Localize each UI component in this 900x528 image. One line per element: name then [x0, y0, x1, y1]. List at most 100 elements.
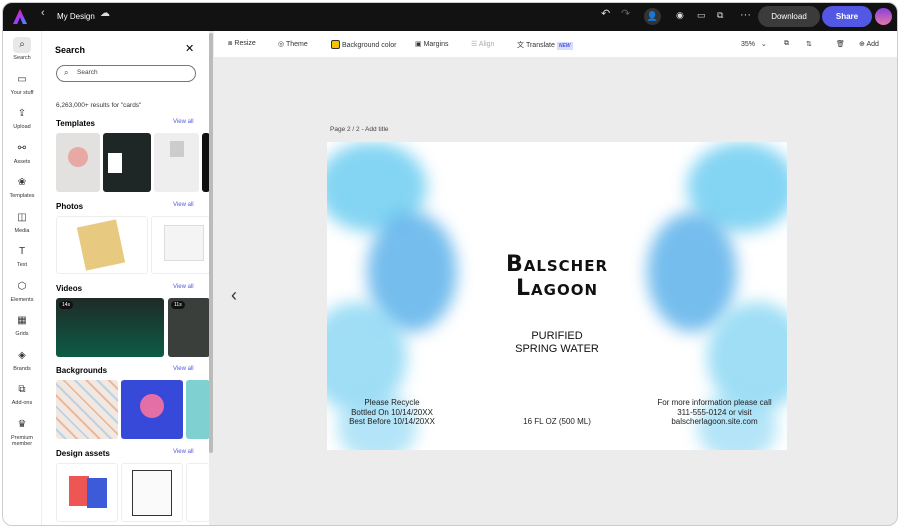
template-thumb[interactable] [56, 133, 100, 192]
present-icon[interactable]: ⧉ [717, 10, 723, 21]
section-design-assets: Design assets [56, 449, 110, 458]
asset-thumb[interactable] [121, 463, 183, 522]
close-icon[interactable]: ✕ [185, 42, 194, 55]
left-rail: ⌕ Search ▭ Your stuff ⇪ Upload ⚯ Assets ❀ Templat… [3, 31, 41, 525]
background-thumb[interactable] [121, 380, 183, 439]
rail-item-premium-member[interactable]: ♛ Premium member [3, 417, 41, 447]
panel-title: Search [55, 45, 86, 55]
rail-item-label: Your stuff [10, 89, 34, 96]
rail-item-upload[interactable]: ⇪ Upload [3, 106, 41, 130]
section-photos: Photos [56, 202, 84, 211]
rail-item-text[interactable]: T Text [3, 244, 41, 268]
app-window: ‹ My Design ☁ ↶ ↷ 👤 ◉ ▭ ⧉ ··· Download S… [2, 2, 898, 526]
video-thumb[interactable]: 14s [56, 298, 164, 357]
arrange-icon[interactable]: ⇅ [806, 40, 812, 48]
rail-item-elements[interactable]: ⬡ Elements [3, 279, 41, 303]
elements-icon: ⬡ [17, 280, 27, 292]
undo-icon[interactable]: ↶ [601, 7, 610, 20]
rail-item-label: Search [13, 55, 31, 61]
avatar[interactable] [875, 8, 892, 25]
headline-line2: Lagoon [516, 276, 598, 301]
adobe-express-logo[interactable] [13, 9, 27, 24]
new-badge: NEW [556, 42, 573, 50]
rail-item-search[interactable]: ⌕ Search [3, 37, 41, 61]
share-button[interactable]: Share [822, 6, 872, 27]
subtitle-line2: SPRING WATER [515, 343, 599, 355]
download-button[interactable]: Download [758, 6, 820, 27]
template-thumb[interactable] [103, 133, 151, 192]
text-icon: T [18, 246, 26, 257]
media-icon: ◫ [17, 211, 27, 223]
results-count: 6,263,000+ results for "cards" [56, 102, 142, 109]
rail-item-label: Text [16, 262, 28, 268]
photo-thumb[interactable] [151, 216, 210, 274]
photo-thumb[interactable] [56, 216, 148, 274]
theme-button[interactable]: ◎ Theme [278, 40, 308, 48]
previous-page-icon[interactable]: ‹ [231, 285, 237, 306]
pages-icon[interactable]: ⧉ [784, 40, 789, 48]
asset-thumb[interactable] [56, 463, 118, 522]
subtitle-line1: PURIFIED [531, 330, 583, 342]
background-thumb[interactable] [186, 380, 210, 439]
resize-button[interactable]: ⧈ Resize [228, 40, 256, 48]
rail-item-label: Add-ons [11, 400, 33, 406]
folder-icon: ▭ [17, 73, 27, 85]
view-all-design-assets[interactable]: View all [173, 449, 194, 455]
rail-item-your-stuff[interactable]: ▭ Your stuff [3, 72, 41, 96]
asset-thumb[interactable] [186, 463, 210, 522]
rail-item-grids[interactable]: ▦ Grids [3, 313, 41, 337]
margins-button[interactable]: ▣ Margins [415, 40, 448, 48]
rail-item-label: Elements [10, 296, 34, 303]
templates-icon: ❀ [17, 177, 27, 188]
rail-item-assets[interactable]: ⚯ Assets [3, 141, 41, 165]
view-all-backgrounds[interactable]: View all [173, 366, 194, 372]
location-icon[interactable]: ◉ [676, 10, 684, 21]
search-input[interactable]: ⌕ Search [56, 65, 196, 82]
template-thumb[interactable] [154, 133, 199, 192]
redo-icon[interactable]: ↷ [621, 7, 630, 20]
view-all-templates[interactable]: View all [173, 119, 194, 125]
view-all-videos[interactable]: View all [173, 284, 194, 290]
align-button[interactable]: ☰ Align [471, 40, 494, 48]
view-all-photos[interactable]: View all [173, 202, 194, 208]
rail-item-label: Media [14, 227, 30, 234]
section-templates: Templates [56, 119, 95, 128]
invite-icon[interactable]: 👤 [644, 8, 661, 25]
rail-item-add-ons[interactable]: ⧉ Add-ons [3, 382, 41, 406]
rail-item-media[interactable]: ◫ Media [3, 210, 41, 234]
search-panel: Search ✕ ⌕ Search 6,263,000+ results for … [41, 31, 210, 525]
add-page-button[interactable]: ⊕ Add [859, 40, 879, 48]
zoom-select[interactable]: 35% ⌄ [741, 40, 767, 48]
headline-line1: Balscher [505, 252, 609, 277]
video-thumb[interactable]: 11s [168, 298, 210, 357]
back-icon[interactable]: ‹ [41, 7, 45, 19]
background-thumb[interactable] [56, 380, 118, 439]
more-icon[interactable]: ··· [740, 9, 751, 21]
design-page[interactable]: Balscher Lagoon PURIFIED SPRING WATER Pl… [327, 142, 787, 450]
comment-icon[interactable]: ▭ [697, 10, 706, 21]
document-title[interactable]: My Design [57, 12, 95, 21]
rail-item-templates[interactable]: ❀ Templates [3, 175, 41, 199]
trash-icon[interactable]: 🗑 [836, 40, 845, 48]
rail-item-label: Brands [13, 365, 31, 372]
rail-item-label: Templates [9, 193, 35, 199]
volume-info: 16 FL OZ (500 ML) [523, 417, 591, 426]
search-icon: ⌕ [13, 37, 31, 53]
search-placeholder: Search [77, 69, 98, 76]
cloud-icon: ☁ [100, 8, 110, 19]
rail-item-brands[interactable]: ◈ Brands [3, 348, 41, 372]
page-label[interactable]: Page 2 / 2 - Add title [330, 126, 389, 133]
panel-scrollbar[interactable] [209, 33, 213, 453]
brands-icon: ◈ [18, 349, 26, 361]
upload-icon: ⇪ [17, 108, 27, 119]
rail-item-label: Grids [15, 331, 29, 337]
rail-item-label: Upload [13, 124, 31, 130]
rail-item-label: Assets [13, 158, 31, 165]
section-backgrounds: Backgrounds [56, 366, 108, 375]
rail-item-label: Premium member [10, 434, 33, 447]
grids-icon: ▦ [17, 315, 27, 326]
contact-info: For more information please call 311-555-… [657, 398, 772, 426]
translate-button[interactable]: 文 Translate NEW [517, 40, 573, 50]
background-color-button[interactable]: Background color [331, 40, 396, 49]
color-swatch [331, 40, 340, 49]
